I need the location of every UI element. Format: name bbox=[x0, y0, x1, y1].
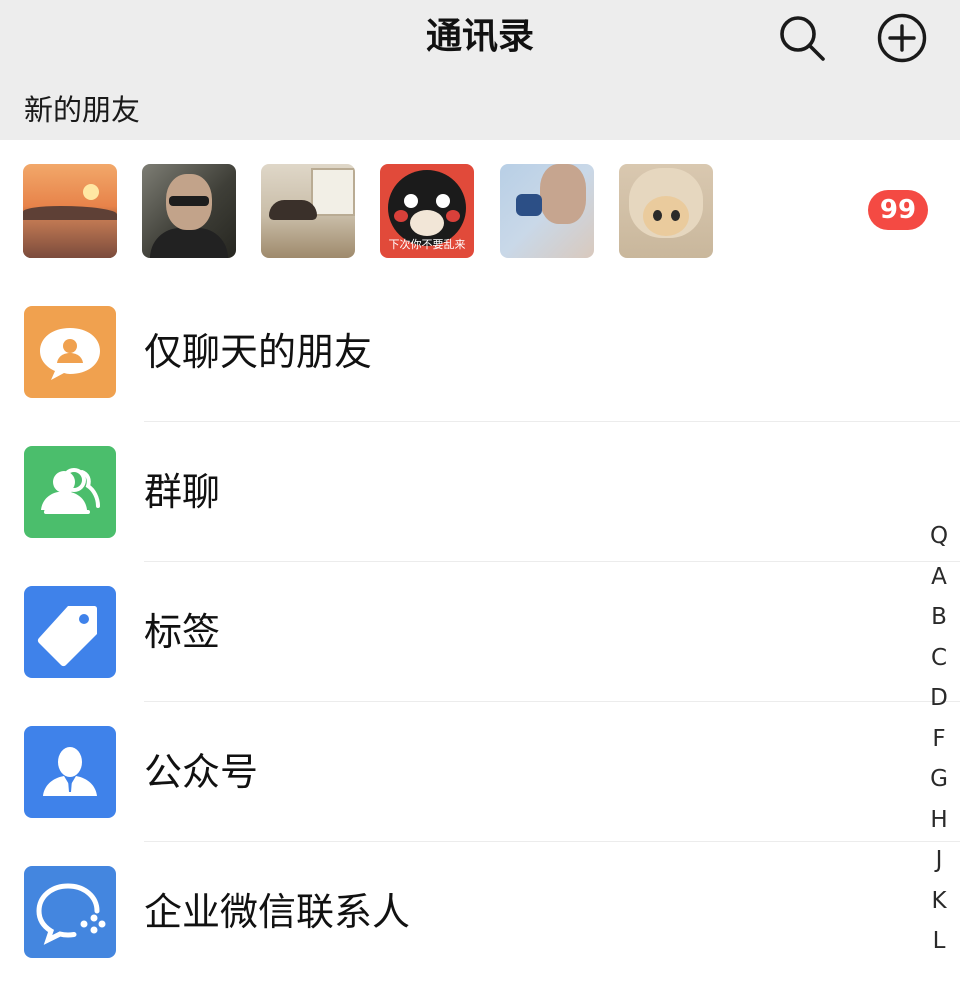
new-friends-strip[interactable]: 下次你不要乱来 99 bbox=[0, 140, 960, 280]
add-circle-icon bbox=[877, 13, 927, 63]
sunset-avatar[interactable] bbox=[23, 164, 117, 258]
bear-cheek-left bbox=[394, 210, 408, 222]
new-friends-label[interactable]: 新的朋友 bbox=[24, 88, 140, 132]
index-letter[interactable]: Q bbox=[920, 516, 958, 557]
hill-shape bbox=[23, 206, 117, 220]
cat-face bbox=[643, 196, 689, 236]
unread-badge: 99 bbox=[868, 190, 928, 230]
cat-hat-avatar[interactable] bbox=[619, 164, 713, 258]
index-letter[interactable]: C bbox=[920, 638, 958, 679]
index-letter[interactable]: B bbox=[920, 597, 958, 638]
sunglasses-shape bbox=[169, 196, 209, 206]
sun-shape bbox=[83, 184, 99, 200]
bear-eye-left bbox=[404, 194, 418, 208]
cat-eye-right bbox=[671, 210, 680, 221]
entry-label: 标签 bbox=[144, 610, 221, 654]
entry-label: 公众号 bbox=[144, 750, 259, 794]
entry-label: 群聊 bbox=[144, 470, 221, 514]
index-letter[interactable]: K bbox=[920, 881, 958, 922]
water-shape bbox=[23, 220, 117, 258]
alphabet-index[interactable]: Q A B C D F G H J K L bbox=[920, 516, 958, 962]
entry-label: 企业微信联系人 bbox=[144, 890, 411, 934]
index-letter[interactable]: F bbox=[920, 719, 958, 760]
work-contact-tile bbox=[24, 866, 116, 958]
official-account-tile bbox=[24, 726, 116, 818]
cat-eye-left bbox=[653, 210, 662, 221]
contact-entries: 仅聊天的朋友 群聊 标签 公众号 企业微信联系人 bbox=[0, 282, 960, 982]
index-letter[interactable]: H bbox=[920, 800, 958, 841]
entry-chat-only-friends[interactable]: 仅聊天的朋友 bbox=[0, 282, 960, 422]
entry-group-chats[interactable]: 群聊 bbox=[0, 422, 960, 562]
entry-label: 仅聊天的朋友 bbox=[144, 330, 373, 374]
search-icon bbox=[780, 16, 825, 61]
work-contact-icon bbox=[36, 883, 106, 945]
entry-official-accounts[interactable]: 公众号 bbox=[0, 702, 960, 842]
cup-shape bbox=[516, 194, 542, 216]
tag-icon bbox=[37, 606, 97, 667]
cat-shape bbox=[269, 200, 317, 220]
body-shape bbox=[150, 228, 228, 258]
entry-tags[interactable]: 标签 bbox=[0, 562, 960, 702]
search-button[interactable] bbox=[776, 12, 828, 64]
index-letter[interactable]: G bbox=[920, 759, 958, 800]
chat-person-icon bbox=[40, 328, 100, 380]
top-bar: 通讯录 新的朋友 bbox=[0, 0, 960, 140]
bear-eye-right bbox=[436, 194, 450, 208]
window-shape bbox=[311, 168, 355, 216]
hair-shape bbox=[540, 164, 586, 224]
add-button[interactable] bbox=[876, 12, 928, 64]
bear-cheek-right bbox=[446, 210, 460, 222]
tag-tile bbox=[24, 586, 116, 678]
official-account-icon bbox=[43, 747, 97, 796]
girl-cup-avatar[interactable] bbox=[500, 164, 594, 258]
group-tile bbox=[24, 446, 116, 538]
man-sunglasses-avatar[interactable] bbox=[142, 164, 236, 258]
index-letter[interactable]: A bbox=[920, 557, 958, 598]
index-letter[interactable]: D bbox=[920, 678, 958, 719]
index-letter[interactable]: J bbox=[920, 840, 958, 881]
index-letter[interactable]: L bbox=[920, 921, 958, 962]
chat-person-tile bbox=[24, 306, 116, 398]
group-icon bbox=[41, 468, 100, 514]
avatar-caption: 下次你不要乱来 bbox=[388, 238, 466, 251]
entry-work-contacts[interactable]: 企业微信联系人 bbox=[0, 842, 960, 982]
bear-muzzle bbox=[410, 210, 444, 236]
kumamon-avatar[interactable]: 下次你不要乱来 bbox=[380, 164, 474, 258]
cat-window-avatar[interactable] bbox=[261, 164, 355, 258]
